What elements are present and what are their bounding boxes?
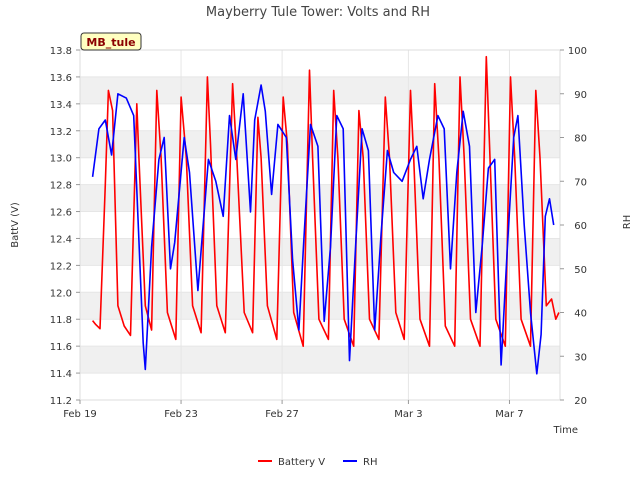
- x-tick-label: Feb 19: [63, 409, 97, 420]
- left-tick-label: 12.0: [50, 288, 72, 299]
- right-tick-label: 100: [568, 46, 587, 57]
- left-tick-label: 12.2: [50, 261, 72, 272]
- background-band: [80, 346, 560, 374]
- right-axis-ticks: 20 30 40 50 60 70 80 90 100: [560, 46, 587, 407]
- right-tick-label: 40: [574, 309, 587, 320]
- left-tick-label: 12.8: [50, 181, 72, 192]
- x-axis-title: Time: [553, 425, 578, 436]
- left-tick-label: 13.2: [50, 127, 72, 138]
- left-tick-label: 11.2: [50, 396, 72, 407]
- x-tick-label: Feb 23: [164, 409, 198, 420]
- legend-label-rh: RH: [363, 457, 377, 468]
- chart: Mayberry Tule Tower: Volts and RH 11.211…: [10, 5, 633, 468]
- right-tick-label: 20: [574, 396, 587, 407]
- chart-title: Mayberry Tule Tower: Volts and RH: [206, 5, 430, 20]
- right-tick-label: 30: [574, 352, 587, 363]
- right-axis-title: RH: [622, 215, 633, 229]
- background-band: [80, 373, 560, 400]
- legend: Battery V RH: [258, 457, 377, 468]
- left-tick-label: 13.0: [50, 154, 72, 165]
- left-tick-label: 11.8: [50, 315, 72, 326]
- left-tick-label: 13.6: [50, 73, 72, 84]
- x-tick-label: Mar 3: [394, 409, 422, 420]
- site-tag: MB_tule: [80, 32, 142, 51]
- site-tag-label: MB_tule: [86, 36, 135, 49]
- right-tick-label: 60: [574, 221, 587, 232]
- right-tick-label: 50: [574, 265, 587, 276]
- legend-label-battery-v: Battery V: [278, 457, 325, 468]
- x-axis-ticks: Feb 19 Feb 23 Feb 27 Mar 3 Mar 7: [63, 400, 524, 420]
- left-tick-label: 13.4: [50, 100, 72, 111]
- left-axis-ticks: 11.2 11.4 11.6 11.8 12.0 12.2 12.4 12.6 12.8 13.0…: [50, 46, 80, 407]
- x-tick-label: Mar 7: [495, 409, 523, 420]
- right-tick-label: 70: [574, 177, 587, 188]
- background-band: [80, 130, 560, 158]
- right-tick-label: 90: [574, 90, 587, 101]
- left-axis-title: BattV (V): [10, 202, 21, 248]
- left-tick-label: 11.6: [50, 342, 72, 353]
- left-tick-label: 11.4: [50, 369, 72, 380]
- x-tick-label: Feb 27: [265, 409, 299, 420]
- left-tick-label: 13.8: [50, 46, 72, 57]
- left-tick-label: 12.6: [50, 208, 72, 219]
- right-tick-label: 80: [574, 134, 587, 145]
- background-band: [80, 50, 560, 77]
- left-tick-label: 12.4: [50, 234, 72, 245]
